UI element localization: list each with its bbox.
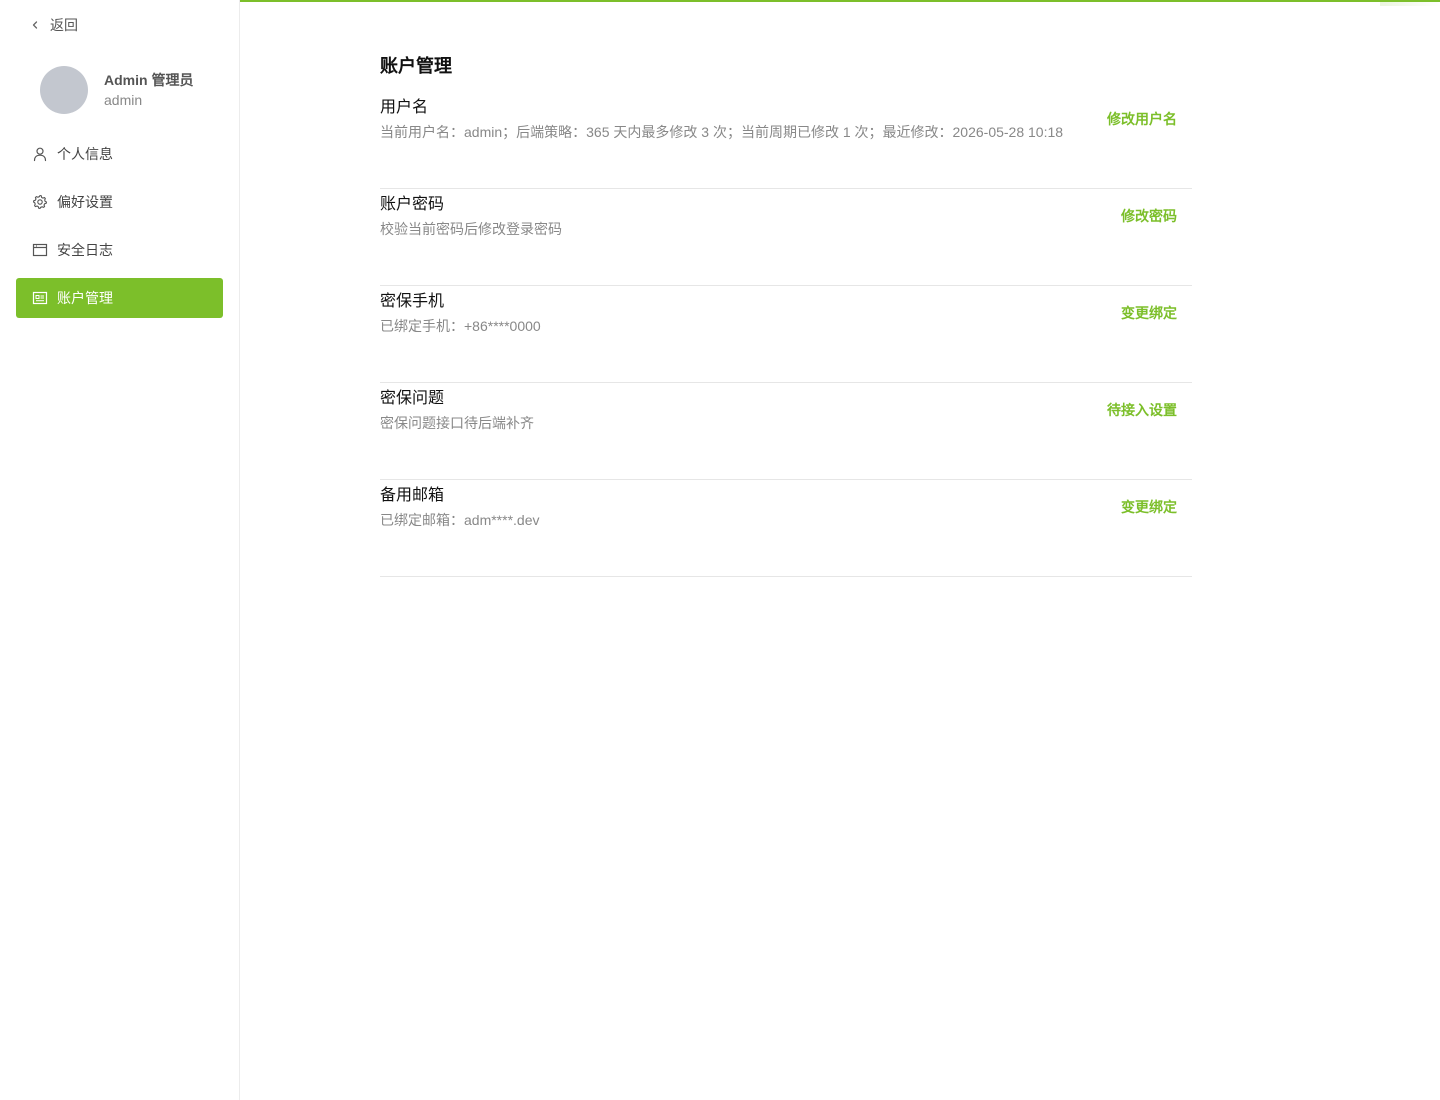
setting-title: 密保手机: [380, 293, 445, 310]
setting-description: 校验当前密码后修改登录密码: [380, 221, 562, 237]
setting-title: 密保问题: [380, 390, 445, 407]
sidebar-item-preferences[interactable]: 偏好设置: [16, 182, 223, 222]
sidebar-item-security-log[interactable]: 安全日志: [16, 230, 223, 270]
settings-list: 用户名 当前用户名：admin；后端策略：365 天内最多修改 3 次；当前周期…: [380, 92, 1192, 577]
setting-title: 用户名: [380, 99, 429, 116]
top-bar-glow: [1380, 0, 1440, 6]
sidebar-item-label: 偏好设置: [57, 194, 113, 210]
setting-title: 账户密码: [380, 196, 445, 213]
sidebar-item-label: 账户管理: [57, 290, 113, 306]
back-label: 返回: [50, 17, 78, 33]
setting-row-backup-email: 备用邮箱 已绑定邮箱：adm****.dev 变更绑定: [380, 480, 1192, 577]
profile-card: Admin 管理员 admin: [40, 66, 193, 114]
sidebar-item-profile[interactable]: 个人信息: [16, 134, 223, 174]
sidebar: 返回 Admin 管理员 admin 个人信息 偏好设置 安全日志 账户管理: [0, 0, 240, 1100]
profile-username: admin: [104, 92, 143, 108]
setting-row-password: 账户密码 校验当前密码后修改登录密码 修改密码: [380, 189, 1192, 286]
profile-name: Admin 管理员: [104, 72, 194, 88]
back-button[interactable]: 返回: [30, 15, 78, 35]
setting-description: 当前用户名：admin；后端策略：365 天内最多修改 3 次；当前周期已修改 …: [380, 124, 1064, 140]
id-card-icon: [32, 291, 48, 305]
setting-description: 密保问题接口待后端补齐: [380, 415, 534, 431]
sidebar-item-account[interactable]: 账户管理: [16, 278, 223, 318]
gear-icon: [32, 194, 48, 210]
log-window-icon: [32, 243, 48, 257]
setup-security-question-button[interactable]: 待接入设置: [1107, 400, 1177, 420]
main-content: 账户管理 用户名 当前用户名：admin；后端策略：365 天内最多修改 3 次…: [380, 50, 1192, 577]
sidebar-nav: 个人信息 偏好设置 安全日志 账户管理: [16, 134, 223, 326]
setting-row-phone: 密保手机 已绑定手机：+86****0000 变更绑定: [380, 286, 1192, 383]
change-password-button[interactable]: 修改密码: [1121, 206, 1177, 226]
change-phone-binding-button[interactable]: 变更绑定: [1121, 303, 1177, 323]
user-icon: [33, 147, 47, 162]
sidebar-item-label: 安全日志: [57, 242, 113, 258]
setting-row-security-question: 密保问题 密保问题接口待后端补齐 待接入设置: [380, 383, 1192, 480]
setting-description: 已绑定邮箱：adm****.dev: [380, 512, 540, 528]
avatar: [40, 66, 88, 114]
setting-title: 备用邮箱: [380, 487, 445, 504]
chevron-left-icon: [32, 21, 38, 29]
setting-row-username: 用户名 当前用户名：admin；后端策略：365 天内最多修改 3 次；当前周期…: [380, 92, 1192, 189]
edit-username-button[interactable]: 修改用户名: [1107, 109, 1177, 129]
change-email-binding-button[interactable]: 变更绑定: [1121, 497, 1177, 517]
page-title: 账户管理: [380, 56, 452, 76]
setting-description: 已绑定手机：+86****0000: [380, 318, 541, 334]
sidebar-item-label: 个人信息: [57, 146, 113, 162]
